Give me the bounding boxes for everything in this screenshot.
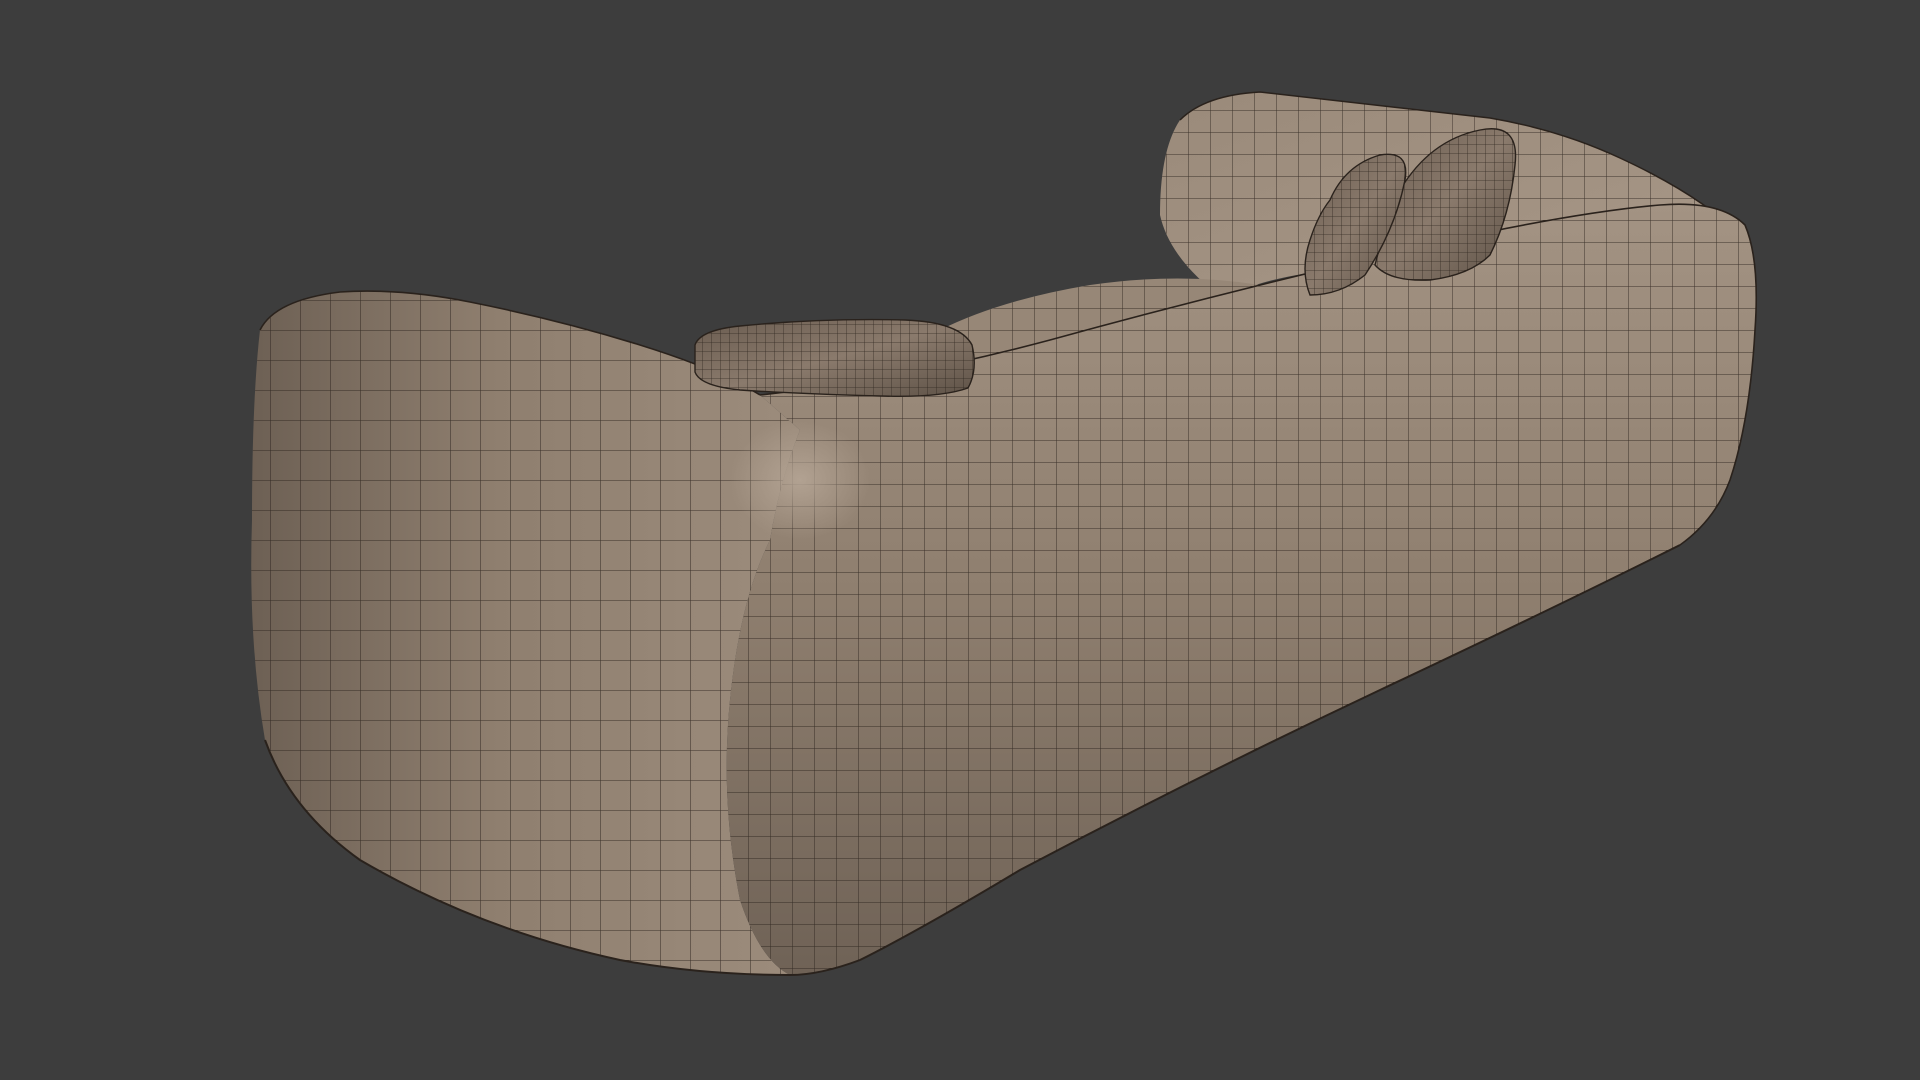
3d-viewport[interactable] [0, 0, 1920, 1080]
viewport-canvas [251, 91, 1758, 977]
pillow-left [694, 318, 975, 398]
sofa-left-arm [251, 290, 800, 976]
